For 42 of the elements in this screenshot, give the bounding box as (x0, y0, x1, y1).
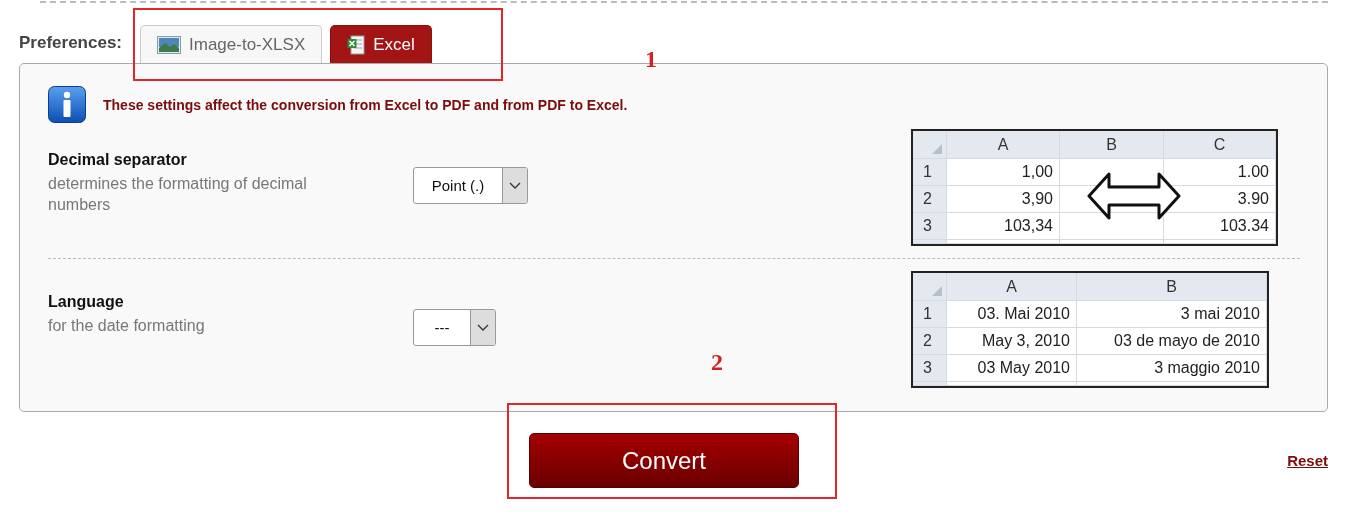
tab[interactable]: Excel (330, 25, 432, 63)
row-number: 3 (913, 213, 947, 240)
row-number: 2 (913, 186, 947, 213)
annotation-number: 2 (711, 349, 723, 376)
dropdown[interactable]: --- (413, 309, 496, 346)
column-header: A (947, 131, 1060, 159)
chevron-icon (477, 324, 489, 331)
row-number: 3 (913, 355, 947, 382)
sheet-cell: 03 de mayo de 2010 (1077, 328, 1267, 355)
convert-button[interactable]: Convert (529, 433, 799, 488)
sheet-cell: 3 mai 2010 (1077, 301, 1267, 328)
setting-label: Language (48, 293, 125, 311)
column-header: B (1060, 131, 1164, 159)
sheet-cell: 103.34 (1164, 213, 1276, 240)
setting-description: determines the formatting of decimal numbers (48, 174, 308, 215)
row-number: 1 (913, 159, 947, 186)
setting-label: Decimal separator (48, 151, 188, 169)
annotation-number: 1 (645, 46, 657, 73)
reset-link[interactable]: Reset (1287, 452, 1328, 469)
sheet-cell: May 3, 2010 (947, 328, 1077, 355)
info-text: These settings affect the conversion from Excel to PDF and from PDF to Excel. (103, 96, 628, 113)
sheet-cell: 03. Mai 2010 (947, 301, 1077, 328)
spreadsheet-icon (347, 34, 366, 55)
setting-description: for the date formatting (48, 316, 206, 336)
tab[interactable]: Image-to-XLSX (140, 25, 323, 63)
sheet-cell: 3 maggio 2010 (1077, 355, 1267, 382)
sheet-cell: 1,00 (947, 159, 1060, 186)
sheet-cell: 3,90 (947, 186, 1060, 213)
dropdown[interactable]: Point (.) (413, 167, 528, 204)
column-header: A (947, 273, 1077, 301)
sheet-cell: 103,34 (947, 213, 1060, 240)
corner-icon (932, 286, 942, 296)
preferences-label: Preferences: (19, 33, 122, 53)
sheet-cell: 03 May 2010 (947, 355, 1077, 382)
column-header: B (1077, 273, 1267, 301)
column-header: C (1164, 131, 1276, 159)
corner-icon (932, 144, 942, 154)
info-icon (48, 86, 86, 123)
landscape-icon (157, 35, 181, 54)
row-number: 1 (913, 301, 947, 328)
row-number: 2 (913, 328, 947, 355)
chevron-icon (509, 182, 521, 189)
